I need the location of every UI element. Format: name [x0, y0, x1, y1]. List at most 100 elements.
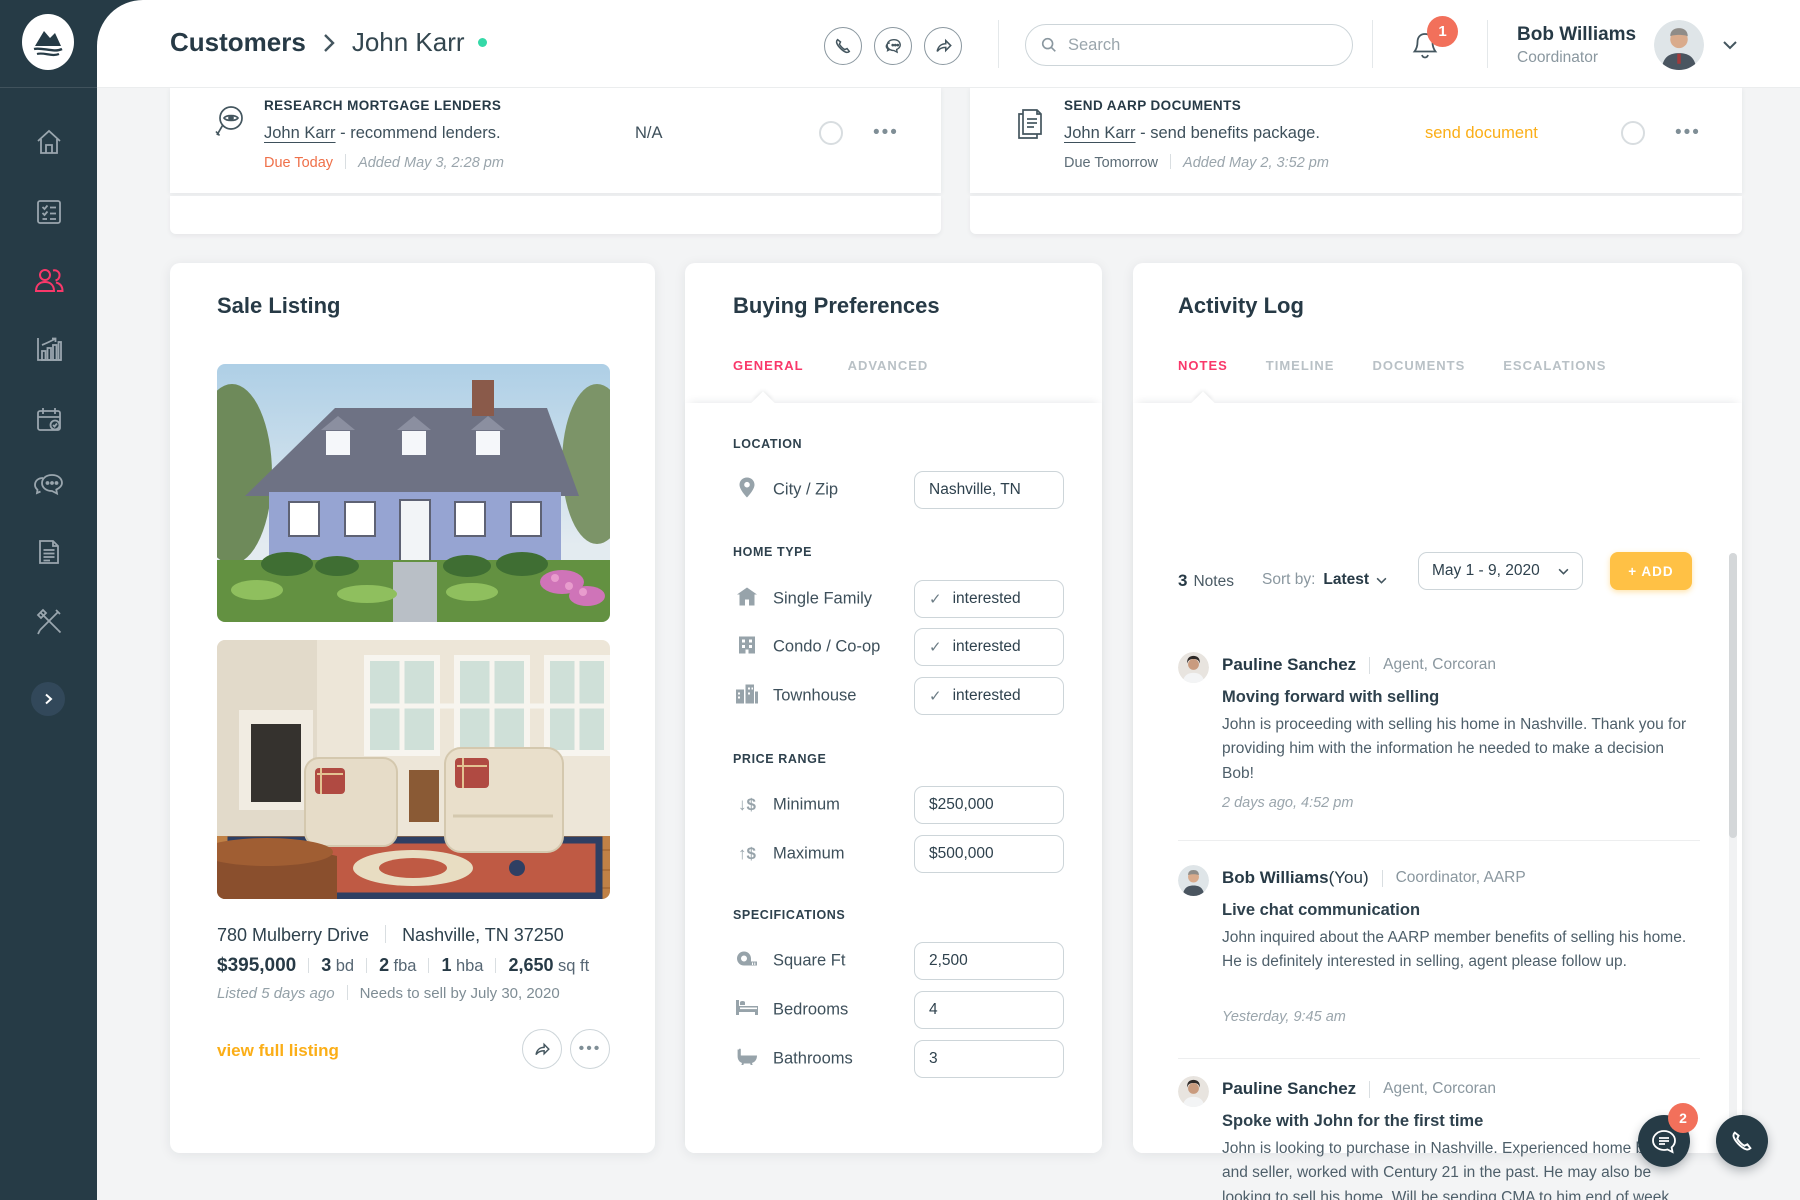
chat-fab[interactable]: 2 — [1638, 1115, 1690, 1167]
listing-listed: Listed 5 days ago — [217, 985, 335, 1002]
tab-general[interactable]: GENERAL — [733, 358, 804, 373]
document-icon — [34, 537, 64, 567]
notes-count-label: Notes — [1193, 573, 1234, 591]
specifications-section-label: SPECIFICATIONS — [733, 908, 845, 922]
call-fab[interactable] — [1716, 1115, 1768, 1167]
app-logo[interactable] — [22, 14, 74, 70]
task-customer-link[interactable]: John Karr — [1064, 124, 1136, 142]
townhouse-icon — [733, 684, 761, 709]
note-author-role: Agent, Corcoran — [1383, 656, 1496, 674]
sidebar-item-reports[interactable] — [0, 325, 97, 373]
listing-share-button[interactable] — [522, 1029, 562, 1069]
sidebar-item-home[interactable] — [0, 118, 97, 166]
activity-log-card: Activity Log NOTES TIMELINE DOCUMENTS ES… — [1133, 263, 1742, 1153]
message-button[interactable] — [874, 27, 912, 65]
listing-more-button[interactable]: ••• — [570, 1029, 610, 1069]
tab-timeline[interactable]: TIMELINE — [1266, 358, 1335, 373]
chevron-down-icon — [1376, 577, 1387, 584]
header-divider — [1372, 20, 1373, 68]
interested-label: interested — [953, 638, 1021, 656]
date-range-select[interactable]: May 1 - 9, 2020 — [1418, 552, 1583, 590]
task-complete-radio[interactable] — [819, 121, 843, 145]
listing-sqft-unit: sq ft — [558, 957, 589, 975]
task-more-menu[interactable]: ••• — [873, 128, 899, 138]
bedrooms-input[interactable]: 4 — [914, 991, 1064, 1029]
call-button[interactable] — [824, 27, 862, 65]
sidebar-item-calendar[interactable] — [0, 395, 97, 443]
sidebar-item-customers[interactable] — [0, 256, 97, 304]
single-family-interested-toggle[interactable]: ✓ interested — [914, 580, 1064, 618]
maximum-price-input[interactable]: $500,000 — [914, 835, 1064, 873]
task-customer-link[interactable]: John Karr — [264, 124, 336, 142]
home-type-section-label: HOME TYPE — [733, 545, 812, 559]
tab-advanced[interactable]: ADVANCED — [848, 358, 929, 373]
ellipsis-icon: ••• — [579, 1047, 602, 1051]
tab-documents[interactable]: DOCUMENTS — [1372, 358, 1465, 373]
map-pin-icon — [733, 477, 761, 504]
city-zip-input[interactable]: Nashville, TN — [914, 471, 1064, 509]
square-ft-input[interactable]: 2,500 — [914, 942, 1064, 980]
chevron-down-icon — [1722, 40, 1738, 50]
min-price-icon: ↓$ — [733, 795, 761, 815]
note-author-suffix: (You) — [1329, 868, 1369, 888]
task-card: RESEARCH MORTGAGE LENDERS John Karr - re… — [170, 88, 941, 193]
listing-street: 780 Mulberry Drive — [217, 925, 369, 945]
user-menu[interactable]: Bob Williams Coordinator — [1517, 20, 1738, 70]
maximum-label: Maximum — [773, 845, 845, 864]
bathrooms-label: Bathrooms — [773, 1050, 853, 1069]
tab-notes[interactable]: NOTES — [1178, 358, 1228, 373]
chat-bubbles-icon — [33, 470, 65, 500]
search-bar — [1025, 24, 1353, 66]
minimum-price-input[interactable]: $250,000 — [914, 786, 1064, 824]
activity-scrollbar-thumb[interactable] — [1729, 553, 1737, 838]
buying-preferences-body: LOCATION City / Zip Nashville, TN HOME T… — [685, 403, 1102, 1153]
task-complete-radio[interactable] — [1621, 121, 1645, 145]
tab-escalations[interactable]: ESCALATIONS — [1503, 358, 1606, 373]
listing-actions: ••• — [522, 1029, 610, 1069]
sidebar-item-tasks[interactable] — [0, 188, 97, 236]
task-description-text: - send benefits package. — [1136, 124, 1320, 142]
sort-control[interactable]: Sort by: Latest — [1262, 571, 1387, 589]
send-document-link[interactable]: send document — [1425, 124, 1538, 143]
active-tab-notch — [750, 391, 775, 416]
breadcrumb-customers[interactable]: Customers — [170, 27, 306, 58]
task-title: RESEARCH MORTGAGE LENDERS — [264, 98, 501, 113]
condo-interested-toggle[interactable]: ✓ interested — [914, 628, 1064, 666]
task-due-row: Due TodayAdded May 3, 2:28 pm — [264, 154, 504, 172]
sidebar-item-documents[interactable] — [0, 528, 97, 576]
search-input[interactable] — [1068, 36, 1338, 55]
listing-fba: 2 — [379, 955, 389, 975]
add-note-button[interactable]: + ADD — [1610, 552, 1692, 590]
notes-count: 3 Notes — [1178, 571, 1234, 591]
note-time: Yesterday, 9:45 am — [1222, 1009, 1346, 1025]
note-body: John is proceeding with selling his home… — [1222, 713, 1693, 786]
note-body: John is looking to purchase in Nashville… — [1222, 1137, 1693, 1200]
listing-beds: 3 — [321, 955, 331, 975]
share-button[interactable] — [924, 27, 962, 65]
listing-photo-interior[interactable] — [217, 640, 610, 899]
townhouse-label: Townhouse — [773, 687, 856, 706]
listing-photo-exterior[interactable] — [217, 364, 610, 622]
note-author-role: Agent, Corcoran — [1383, 1080, 1496, 1098]
sidebar-item-tools[interactable] — [0, 597, 97, 645]
bedrooms-row: Bedrooms 4 — [733, 990, 1064, 1030]
note-time: 2 days ago, 4:52 pm — [1222, 795, 1353, 811]
bathrooms-row: Bathrooms 3 — [733, 1039, 1064, 1079]
sidebar-collapse-button[interactable] — [31, 682, 65, 716]
share-arrow-icon — [934, 37, 953, 55]
view-full-listing-link[interactable]: view full listing — [217, 1041, 339, 1061]
breadcrumb-current: John Karr — [352, 27, 465, 58]
next-task-card-peek — [170, 196, 941, 234]
price-range-section-label: PRICE RANGE — [733, 752, 826, 766]
townhouse-interested-toggle[interactable]: ✓ interested — [914, 677, 1064, 715]
task-due-row: Due TomorrowAdded May 2, 3:52 pm — [1064, 154, 1329, 172]
checklist-icon — [34, 197, 64, 227]
sidebar-item-messages[interactable] — [0, 461, 97, 509]
city-zip-label: City / Zip — [773, 481, 838, 500]
task-more-menu[interactable]: ••• — [1675, 128, 1701, 138]
tape-measure-icon — [733, 951, 761, 972]
bathrooms-input[interactable]: 3 — [914, 1040, 1064, 1078]
user-role: Coordinator — [1517, 49, 1636, 67]
notifications-button[interactable]: 1 — [1409, 24, 1453, 68]
minimum-label: Minimum — [773, 796, 840, 815]
